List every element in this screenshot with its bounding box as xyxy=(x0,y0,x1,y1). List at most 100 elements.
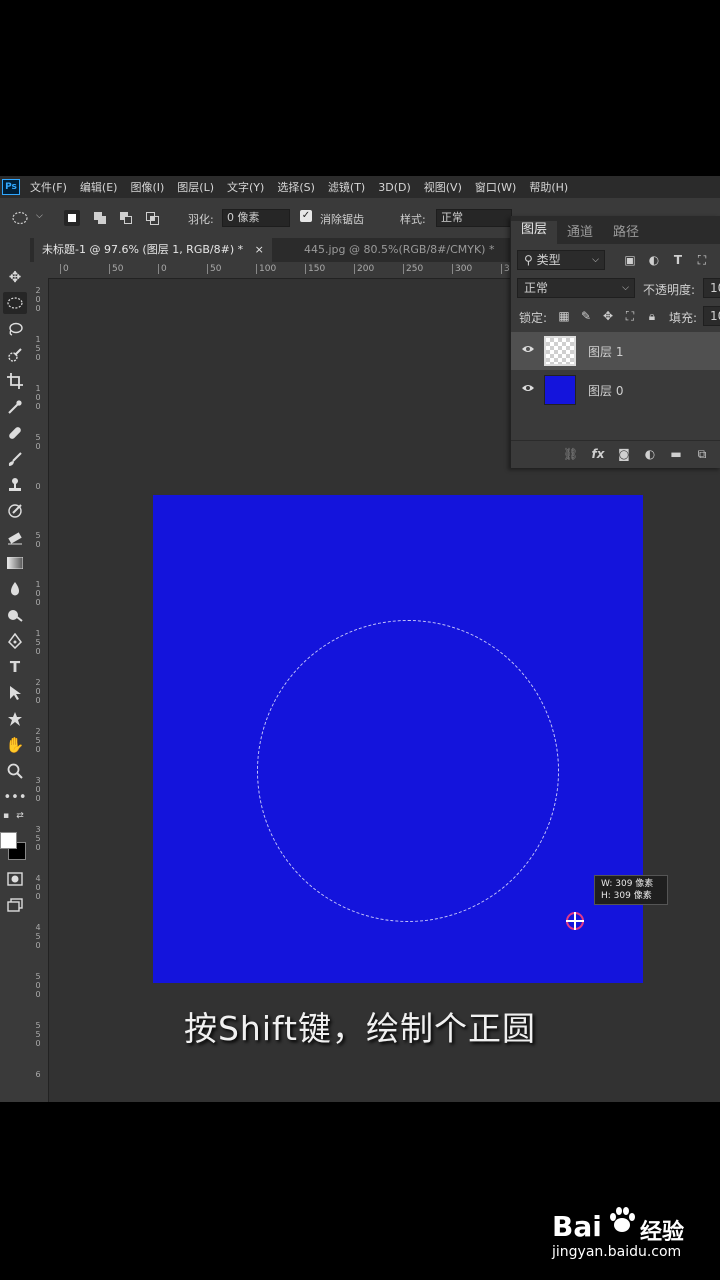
opacity-input[interactable]: 10 xyxy=(703,278,720,298)
close-icon[interactable]: × xyxy=(255,243,264,256)
type-filter-icon[interactable]: T xyxy=(671,253,685,267)
default-colors-icon[interactable]: ▪ xyxy=(0,810,12,822)
tab-channels[interactable]: 通道 xyxy=(567,221,593,240)
eraser-tool-icon[interactable] xyxy=(3,526,27,548)
lasso-tool-icon[interactable] xyxy=(3,318,27,340)
blend-mode-select[interactable]: 正常 ⌵ xyxy=(517,278,635,298)
adjustment-filter-icon[interactable]: ◐ xyxy=(647,253,661,267)
menu-window[interactable]: 窗口(W) xyxy=(475,179,516,195)
history-brush-tool-icon[interactable] xyxy=(3,500,27,522)
eyedropper-tool-icon[interactable] xyxy=(3,396,27,418)
ruler-corner xyxy=(30,262,48,278)
foreground-color-swatch[interactable] xyxy=(0,832,17,849)
layer-filter-select[interactable]: ⚲ 类型 ⌵ xyxy=(517,250,605,270)
quick-selection-tool-icon[interactable] xyxy=(3,344,27,366)
subtract-from-selection-button[interactable] xyxy=(118,210,134,226)
ruler-tick-label: 150 xyxy=(35,335,41,362)
tab-445-jpg[interactable]: 445.jpg @ 80.5%(RGB/8#/CMYK) * xyxy=(296,238,502,262)
blur-tool-icon[interactable] xyxy=(3,578,27,600)
menu-file[interactable]: 文件(F) xyxy=(30,179,67,195)
watermark-url: jingyan.baidu.com xyxy=(552,1244,682,1260)
menu-select[interactable]: 选择(S) xyxy=(277,179,315,195)
menu-layer[interactable]: 图层(L) xyxy=(177,179,214,195)
tab-paths[interactable]: 路径 xyxy=(613,221,639,240)
lock-image-icon[interactable]: ✎ xyxy=(579,309,593,323)
ruler-tick-label: 6 xyxy=(35,1070,41,1079)
screen-mode-icon[interactable] xyxy=(3,894,27,916)
eye-icon[interactable] xyxy=(521,383,535,393)
lock-all-icon[interactable]: 🔒︎ xyxy=(645,309,659,323)
menu-type[interactable]: 文字(Y) xyxy=(227,179,264,195)
clone-stamp-tool-icon[interactable] xyxy=(3,474,27,496)
menu-help[interactable]: 帮助(H) xyxy=(529,179,568,195)
tooltip-width: W: 309 像素 xyxy=(601,879,654,889)
gradient-tool-icon[interactable] xyxy=(3,552,27,574)
quick-mask-icon[interactable] xyxy=(3,868,27,890)
dodge-tool-icon[interactable] xyxy=(3,604,27,626)
lock-position-icon[interactable]: ✥ xyxy=(601,309,615,323)
menu-edit[interactable]: 编辑(E) xyxy=(80,179,118,195)
ruler-tick-label: 100 xyxy=(35,384,41,411)
eye-icon[interactable] xyxy=(521,344,535,354)
layer-row[interactable]: 图层 1 xyxy=(511,332,720,370)
elliptical-marquee-preset-icon[interactable] xyxy=(12,211,28,225)
layer-row[interactable]: 图层 0 xyxy=(511,371,720,409)
custom-shape-tool-icon[interactable] xyxy=(3,708,27,730)
menu-view[interactable]: 视图(V) xyxy=(424,179,462,195)
move-tool-icon[interactable]: ✥ xyxy=(3,266,27,288)
tutorial-caption: 按Shift键，绘制个正圆 xyxy=(183,1009,536,1048)
more-tools-icon[interactable]: ••• xyxy=(3,786,27,808)
fill-label: 填充: xyxy=(669,311,698,325)
swap-colors-icon[interactable]: ⇄ xyxy=(14,810,26,822)
tab-layers[interactable]: 图层 xyxy=(511,221,558,244)
path-selection-tool-icon[interactable] xyxy=(3,682,27,704)
hand-tool-icon[interactable]: ✋ xyxy=(3,734,27,756)
ruler-tick-label: 200 xyxy=(354,264,374,274)
intersect-selection-button[interactable] xyxy=(144,210,160,226)
pixel-filter-icon[interactable]: ▣ xyxy=(623,253,637,267)
shape-filter-icon[interactable]: ⛶ xyxy=(695,253,709,267)
new-layer-icon[interactable]: ⧉ xyxy=(695,447,709,461)
ruler-tick-label: 200 xyxy=(35,286,41,313)
crop-tool-icon[interactable] xyxy=(3,370,27,392)
selection-size-tooltip: W: 309 像素 H: 309 像素 xyxy=(594,875,668,905)
menu-3d[interactable]: 3D(D) xyxy=(378,181,411,194)
feather-input[interactable]: 0 像素 xyxy=(222,209,290,227)
healing-brush-tool-icon[interactable] xyxy=(3,422,27,444)
antialias-label: 消除锯齿 xyxy=(320,213,364,226)
zoom-tool-icon[interactable] xyxy=(3,760,27,782)
adjustment-layer-icon[interactable]: ◐ xyxy=(643,447,657,461)
folder-icon[interactable]: ▬ xyxy=(669,447,683,461)
tab-untitled-1[interactable]: 未标题-1 @ 97.6% (图层 1, RGB/8#) * × xyxy=(34,238,272,262)
blend-row: 正常 ⌵ 不透明度: 10 xyxy=(511,278,720,300)
crosshair-cursor-icon xyxy=(566,912,584,930)
new-selection-button[interactable] xyxy=(64,210,80,226)
ruler-tick-label: 100 xyxy=(35,580,41,607)
pen-tool-icon[interactable] xyxy=(3,630,27,652)
add-to-selection-button[interactable] xyxy=(92,210,108,226)
chevron-down-icon: ⌵ xyxy=(592,255,599,265)
menu-image[interactable]: 图像(I) xyxy=(130,179,164,195)
ruler-tick-label: 150 xyxy=(35,629,41,656)
type-tool-icon[interactable]: T xyxy=(3,656,27,678)
elliptical-marquee-tool-icon[interactable] xyxy=(3,292,27,314)
lock-transparent-icon[interactable]: ▦ xyxy=(557,309,571,323)
brush-tool-icon[interactable] xyxy=(3,448,27,470)
fill-input[interactable]: 10 xyxy=(703,306,720,326)
vertical-ruler[interactable]: 200 150 100 50 0 50 100 150 200 250 300 350 400 450 50… xyxy=(30,278,49,1102)
menu-filter[interactable]: 滤镜(T) xyxy=(328,179,365,195)
ruler-tick-label: 50 xyxy=(207,264,221,274)
link-icon[interactable]: ⛓ xyxy=(563,447,578,461)
chevron-down-icon[interactable]: ⌵ xyxy=(36,211,43,221)
document-canvas[interactable] xyxy=(153,495,643,983)
tools-panel: ✥ T ✋ ••• ▪ ⇄ xyxy=(0,238,31,1102)
filter-row: ⚲ 类型 ⌵ ▣ ◐ T ⛶ xyxy=(511,250,720,272)
style-select[interactable]: 正常 xyxy=(436,209,512,227)
photoshop-window: Ps 文件(F) 编辑(E) 图像(I) 图层(L) 文字(Y) 选择(S) 滤… xyxy=(0,176,720,1102)
fx-icon[interactable]: fx xyxy=(591,447,605,461)
antialias-checkbox[interactable]: ✓ xyxy=(300,210,312,222)
layer-name: 图层 0 xyxy=(588,384,624,398)
add-mask-icon[interactable]: ◙ xyxy=(617,447,631,461)
lock-artboard-icon[interactable]: ⛶ xyxy=(623,309,637,323)
chevron-down-icon: ⌵ xyxy=(622,283,629,293)
